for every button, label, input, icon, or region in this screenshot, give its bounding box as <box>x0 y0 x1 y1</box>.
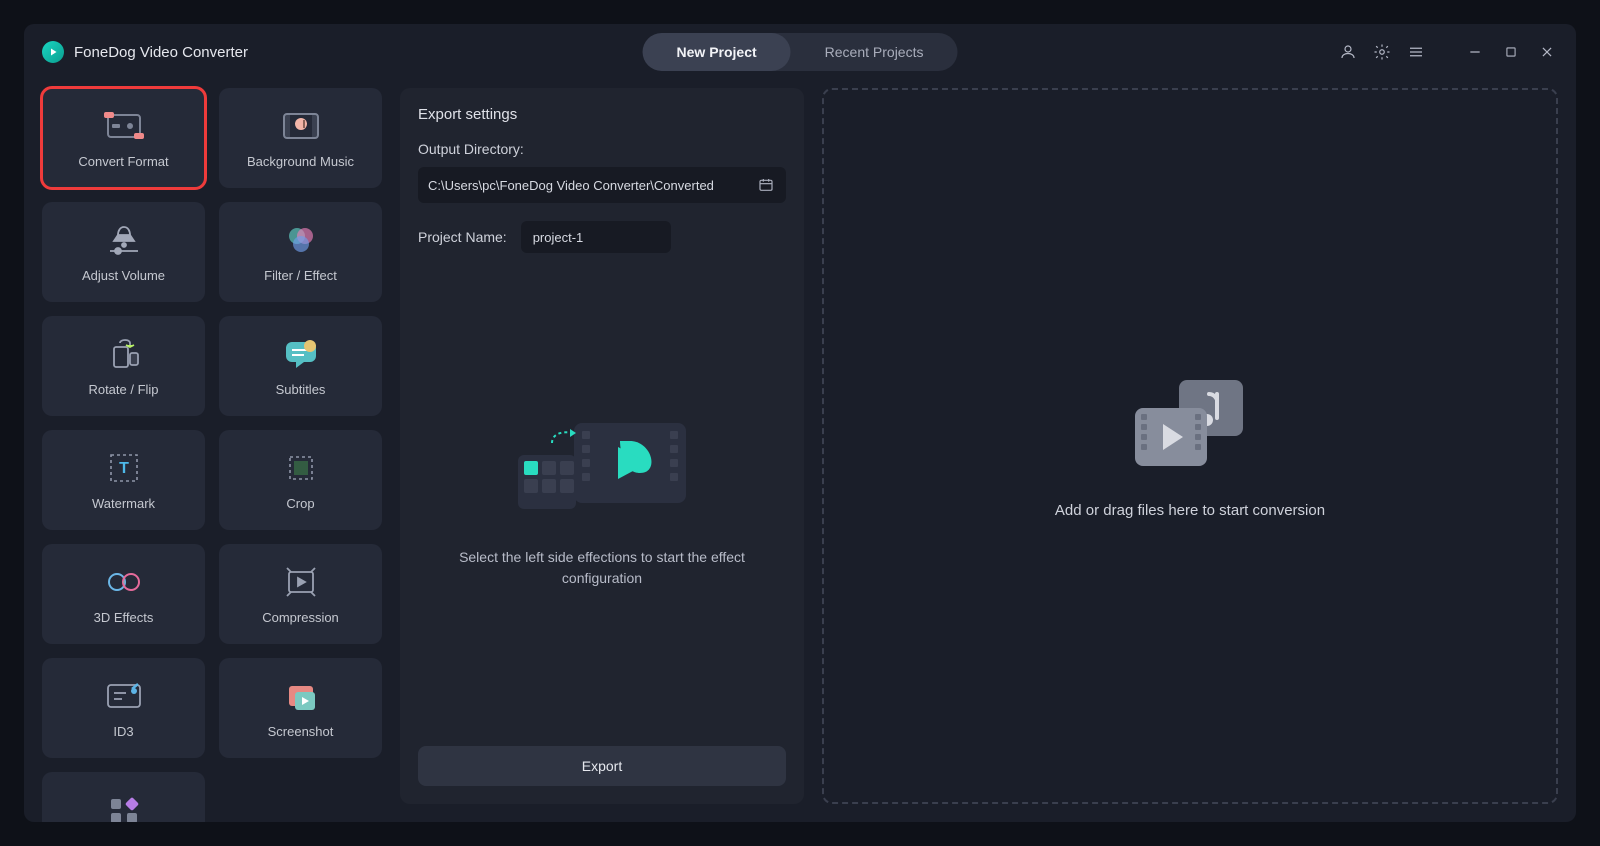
tool-label: Rotate / Flip <box>88 382 158 397</box>
browse-folder-icon[interactable] <box>756 175 776 195</box>
watermark-icon: T <box>102 450 146 486</box>
output-dir-input[interactable]: C:\Users\pc\FoneDog Video Converter\Conv… <box>418 167 786 203</box>
output-dir-value: C:\Users\pc\FoneDog Video Converter\Conv… <box>428 178 714 193</box>
gear-icon[interactable] <box>1372 42 1392 62</box>
tool-adjust-volume[interactable]: Adjust Volume <box>42 202 205 302</box>
tool-label: Screenshot <box>268 724 334 739</box>
project-name-input[interactable] <box>521 221 671 253</box>
titlebar-right <box>1338 42 1558 62</box>
tool-subtitles[interactable]: Subtitles <box>219 316 382 416</box>
tool-label: Crop <box>286 496 314 511</box>
background-music-icon <box>279 108 323 144</box>
tool-label: Subtitles <box>276 382 326 397</box>
tool-label: Watermark <box>92 496 155 511</box>
rotate-flip-icon <box>102 336 146 372</box>
tool-id3[interactable]: ID3 <box>42 658 205 758</box>
threed-effects-icon <box>102 564 146 600</box>
window-close-icon[interactable] <box>1536 42 1558 62</box>
tab-recent-projects[interactable]: Recent Projects <box>791 33 958 71</box>
tool-background-music[interactable]: Background Music <box>219 88 382 188</box>
app-window: FoneDog Video Converter New Project Rece… <box>24 24 1576 822</box>
titlebar-left: FoneDog Video Converter <box>42 41 248 63</box>
account-icon[interactable] <box>1338 42 1358 62</box>
app-logo-icon <box>42 41 64 63</box>
project-name-label: Project Name: <box>418 229 507 245</box>
adjust-volume-icon <box>102 222 146 258</box>
main-area: Convert Format Background Music <box>24 80 1576 822</box>
tool-label: Filter / Effect <box>264 268 337 283</box>
export-button-label: Export <box>582 758 622 774</box>
dropzone-text: Add or drag files here to start conversi… <box>1055 502 1325 519</box>
output-dir-label: Output Directory: <box>418 141 786 157</box>
export-settings-panel: Export settings Output Directory: C:\Use… <box>400 88 804 804</box>
tool-watermark[interactable]: T Watermark <box>42 430 205 530</box>
export-button[interactable]: Export <box>418 746 786 786</box>
svg-text:T: T <box>119 460 129 477</box>
tool-compression[interactable]: Compression <box>219 544 382 644</box>
dropzone-illustration-icon <box>1125 374 1255 474</box>
tool-crop[interactable]: Crop <box>219 430 382 530</box>
tool-sidebar: Convert Format Background Music <box>42 88 382 804</box>
dropzone[interactable]: Add or drag files here to start conversi… <box>822 88 1558 804</box>
tool-convert-format[interactable]: Convert Format <box>42 88 205 188</box>
crop-icon <box>279 450 323 486</box>
tool-label: Convert Format <box>78 154 168 169</box>
tab-label: New Project <box>677 44 757 60</box>
effect-illustration-icon <box>502 403 702 523</box>
project-name-row: Project Name: <box>418 221 786 253</box>
app-title: FoneDog Video Converter <box>74 44 248 61</box>
header-tabs: New Project Recent Projects <box>643 33 958 71</box>
titlebar: FoneDog Video Converter New Project Rece… <box>24 24 1576 80</box>
tool-more[interactable]: More <box>42 772 205 822</box>
helper-text: Select the left side effections to start… <box>442 547 762 589</box>
tab-new-project[interactable]: New Project <box>643 33 791 71</box>
tool-filter-effect[interactable]: Filter / Effect <box>219 202 382 302</box>
tool-label: 3D Effects <box>94 610 154 625</box>
more-icon <box>102 792 146 823</box>
subtitles-icon <box>279 336 323 372</box>
tool-rotate-flip[interactable]: Rotate / Flip <box>42 316 205 416</box>
tab-label: Recent Projects <box>825 44 924 60</box>
panel-title: Export settings <box>418 106 786 123</box>
tool-label: ID3 <box>113 724 133 739</box>
menu-icon[interactable] <box>1406 42 1426 62</box>
window-minimize-icon[interactable] <box>1464 42 1486 62</box>
compression-icon <box>279 564 323 600</box>
screenshot-icon <box>279 678 323 714</box>
tool-screenshot[interactable]: Screenshot <box>219 658 382 758</box>
convert-format-icon <box>102 108 146 144</box>
tool-label: Adjust Volume <box>82 268 165 283</box>
filter-effect-icon <box>279 222 323 258</box>
center-illustration: Select the left side effections to start… <box>418 253 786 738</box>
tool-label: Compression <box>262 610 339 625</box>
tool-3d-effects[interactable]: 3D Effects <box>42 544 205 644</box>
id3-icon <box>102 678 146 714</box>
tool-label: Background Music <box>247 154 354 169</box>
window-maximize-icon[interactable] <box>1500 42 1522 62</box>
